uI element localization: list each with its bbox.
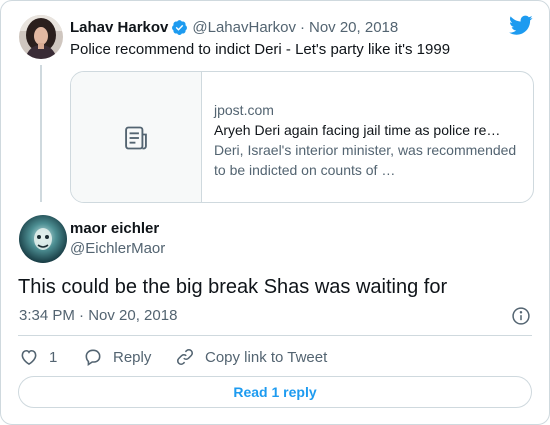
thread-connector-line <box>40 65 42 202</box>
like-count: 1 <box>49 348 58 366</box>
read-replies-button[interactable]: Read 1 reply <box>18 376 532 408</box>
twitter-bird-icon[interactable] <box>509 15 533 41</box>
like-action[interactable]: 1 <box>19 347 57 367</box>
quoted-tweet-date[interactable]: Nov 20, 2018 <box>309 19 398 36</box>
quoted-tweet-text: Police recommend to indict Deri - Let's … <box>70 41 451 58</box>
header-separator: · <box>300 18 305 36</box>
tweet-author-handle[interactable]: @EichlerMaor <box>70 239 165 259</box>
verified-badge-icon <box>171 19 188 36</box>
reply-label: Reply <box>113 348 152 366</box>
info-icon[interactable] <box>511 306 531 331</box>
link-preview-thumbnail <box>71 72 202 202</box>
quoted-tweet-header: Lahav Harkov @LahavHarkov · Nov 20, 2018 <box>70 17 398 37</box>
reply-action[interactable]: Reply <box>83 347 151 367</box>
tweet-author-name[interactable]: maor eichler <box>70 219 159 239</box>
link-domain: jpost.com <box>214 102 274 118</box>
maor-avatar[interactable] <box>19 215 67 263</box>
read-replies-label: Read 1 reply <box>233 384 317 400</box>
heart-icon <box>19 347 49 367</box>
link-preview-card[interactable]: jpost.com Aryeh Deri again facing jail t… <box>70 71 534 203</box>
tweet-text: This could be the big break Shas was wai… <box>18 276 448 298</box>
reply-bubble-icon <box>83 347 113 367</box>
link-title: Aryeh Deri again facing jail time as pol… <box>214 122 501 138</box>
quoted-author-handle[interactable]: @LahavHarkov <box>192 19 296 36</box>
tweet-embed-card: Lahav Harkov @LahavHarkov · Nov 20, 2018… <box>0 0 550 425</box>
quoted-author-name[interactable]: Lahav Harkov <box>70 19 168 36</box>
copy-link-label: Copy link to Tweet <box>205 348 328 366</box>
lahav-avatar[interactable] <box>19 15 63 59</box>
copy-link-action[interactable]: Copy link to Tweet <box>175 347 327 367</box>
link-description: Deri, Israel's interior minister, was re… <box>214 142 517 178</box>
document-icon <box>122 124 150 157</box>
divider <box>18 335 532 336</box>
link-icon <box>175 347 205 367</box>
link-preview-text: jpost.com Aryeh Deri again facing jail t… <box>214 100 522 180</box>
tweet-timestamp[interactable]: 3:34 PM · Nov 20, 2018 <box>19 306 177 326</box>
